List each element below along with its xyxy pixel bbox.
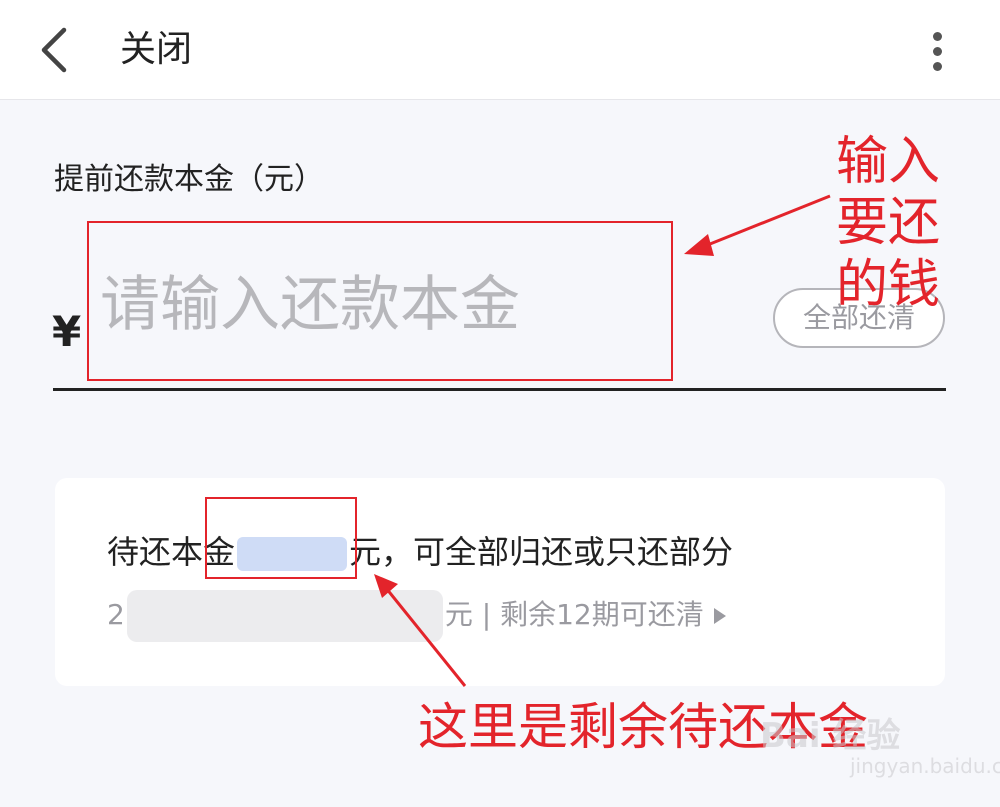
input-annotation-arrow xyxy=(699,194,831,250)
vertical-dots-icon xyxy=(933,32,942,41)
chevron-left-icon xyxy=(41,27,67,73)
repayment-amount-input[interactable] xyxy=(100,262,680,348)
blurred-plan-amount xyxy=(126,590,443,642)
watermark-url: jingyan.baidu.com xyxy=(850,754,1000,778)
prepayment-principal-label: 提前还款本金（元） xyxy=(54,162,324,197)
vertical-dots-icon-dot xyxy=(933,62,942,71)
plan-remaining-text: 元 | 剩余12期可还清 xyxy=(444,598,704,631)
page-title[interactable]: 关闭 xyxy=(120,26,192,74)
watermark-logo: Bai 经验 xyxy=(760,716,901,756)
input-annotation-arrowhead xyxy=(684,234,714,256)
currency-symbol: ¥ xyxy=(52,307,82,356)
back-button[interactable] xyxy=(30,24,78,76)
more-options-button[interactable] xyxy=(918,26,958,76)
site-watermark: Bai 经验 jingyan.baidu.com xyxy=(760,718,1000,778)
pending-principal-suffix: 元，可全部归还或只还部分 xyxy=(349,533,734,571)
input-underline xyxy=(53,388,946,391)
pending-principal-prefix: 待还本金 xyxy=(107,533,236,571)
right-triangle-icon xyxy=(713,608,726,624)
vertical-dots-icon-dot xyxy=(933,47,942,56)
pending-principal-text: 待还本金 元，可全部归还或只还部分 xyxy=(107,530,733,574)
input-annotation-text: 输入 要还 的钱 xyxy=(836,132,941,315)
blurred-amount xyxy=(237,537,348,571)
pending-principal-card xyxy=(55,478,945,686)
repayment-plan-link[interactable]: 2 元 | 剩余12期可还清 xyxy=(107,590,726,642)
plan-amount-prefix: 2 xyxy=(107,598,125,631)
top-navigation-bar: 关闭 xyxy=(0,0,1000,100)
